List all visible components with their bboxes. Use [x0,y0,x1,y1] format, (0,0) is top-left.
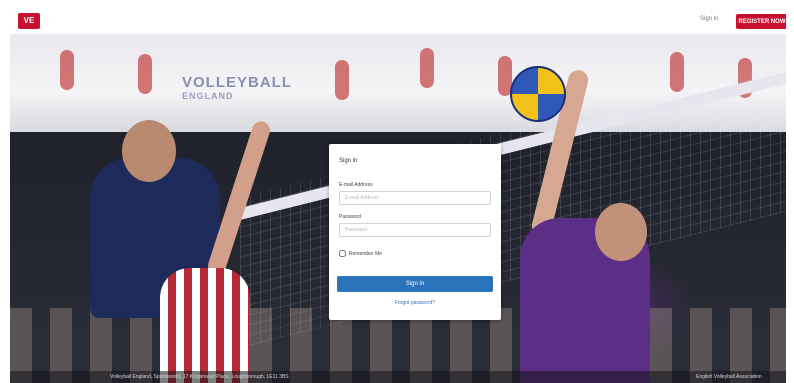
footer-copyright: English Volleyball Association [696,374,762,380]
banner-logo-line2: ENGLAND [182,91,234,101]
banner-logo-line1: VOLLEYBALL [182,74,292,91]
remember-me[interactable]: Remember Me [339,250,382,257]
site-logo[interactable]: VE [18,13,40,29]
banner-figure [670,52,684,92]
banner-figure [420,48,434,88]
player-red-white [160,268,250,383]
footer-bar: Volleyball England, Sportsworld, 17 King… [10,371,786,383]
footer-address: Volleyball England, Sportsworld, 17 King… [110,374,289,380]
banner-figure [138,54,152,94]
referee-head [122,120,176,182]
top-bar: VE Sign in REGISTER NOW [10,8,786,34]
banner-figure [60,50,74,90]
signin-card: Sign in E-mail Address Password Remember… [329,144,501,320]
banner-figure [335,60,349,100]
email-field[interactable] [339,191,491,205]
top-signin-link[interactable]: Sign in [700,16,718,22]
signin-button[interactable]: Sign in [337,276,493,292]
remember-me-label: Remember Me [349,250,383,257]
player-purple-head [595,203,647,261]
page-frame: VOLLEYBALL ENGLAND VE Sign in REGISTER N… [10,8,786,383]
site-logo-text: VE [23,16,35,25]
password-label: Password [339,214,361,220]
password-field[interactable] [339,223,491,237]
remember-me-checkbox[interactable] [339,250,346,257]
signin-title: Sign in [339,158,358,164]
email-label: E-mail Address [339,182,373,188]
register-button[interactable]: REGISTER NOW [736,14,786,29]
banner-logo: VOLLEYBALL ENGLAND [182,74,292,101]
volleyball [510,66,566,122]
forgot-password-link[interactable]: Forgot password? [329,300,501,306]
